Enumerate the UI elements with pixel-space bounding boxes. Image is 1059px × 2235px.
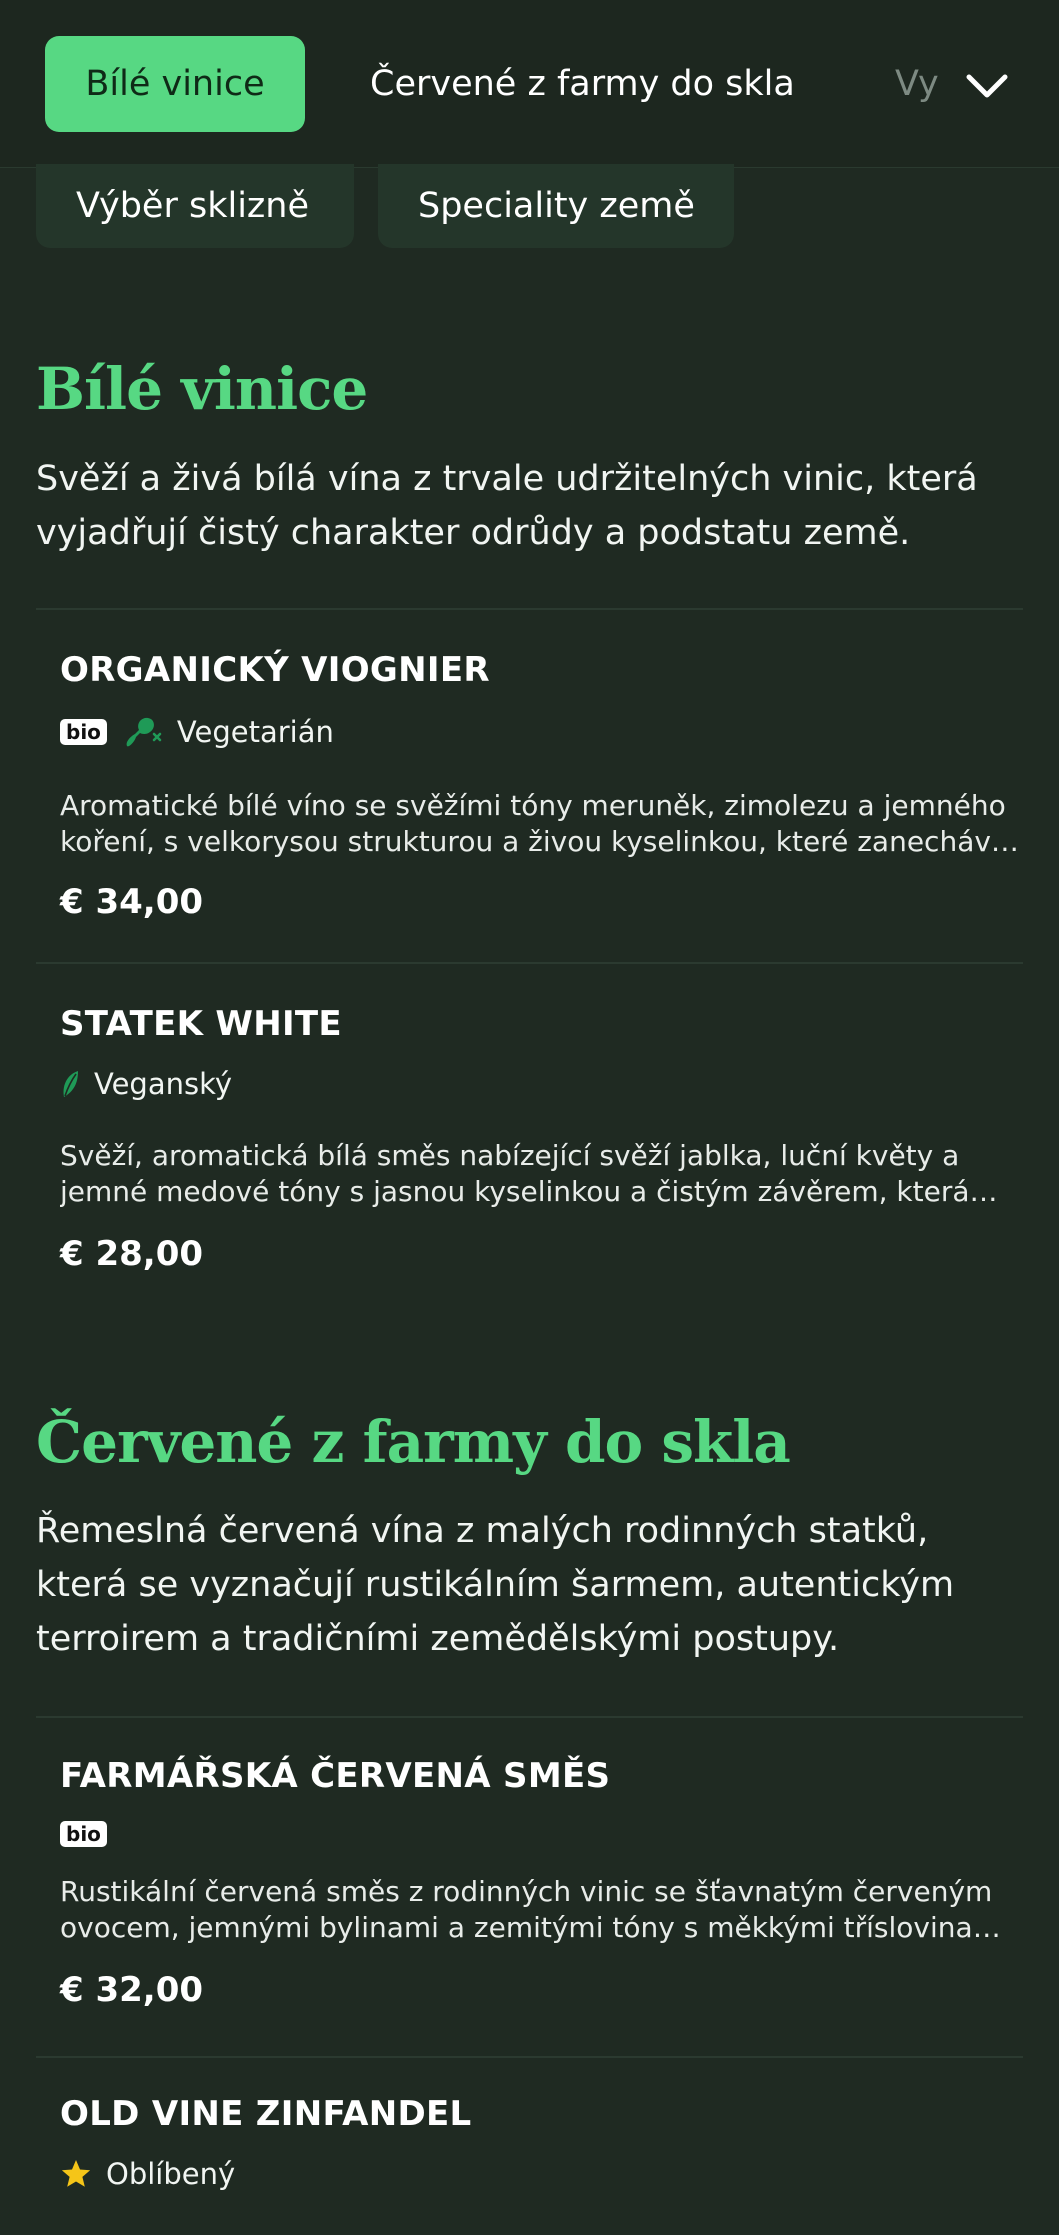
- divider: [36, 608, 1023, 610]
- item-description: Aromatické bílé víno se svěžími tóny mer…: [60, 789, 1009, 858]
- section-description: Svěží a živá bílá vína z trvale udržitel…: [36, 459, 978, 553]
- item-tags: Oblíbený: [60, 2154, 235, 2194]
- tab-vyber-sklizne[interactable]: Výběr sklizně: [36, 164, 354, 248]
- item-tags: bio: [60, 1814, 107, 1854]
- section-title-cervene-z-farmy: Červené z farmy do skla: [36, 1408, 791, 1476]
- item-description: Rustikální červená směs z rodinných vini…: [60, 1875, 1008, 1944]
- item-price: € 34,00: [60, 882, 204, 922]
- divider: [36, 962, 1023, 964]
- star-icon: [60, 2158, 92, 2190]
- item-name: ORGANICKÝ VIOGNIER: [60, 650, 490, 690]
- tab-speciality-zeme[interactable]: Speciality země: [378, 164, 734, 248]
- secondary-category-row: Výběr sklizně Speciality země: [0, 164, 1059, 252]
- diet-label: Veganský: [94, 1067, 233, 1101]
- section-title-bile-vinice: Bílé vinice: [36, 355, 368, 423]
- bio-badge: bio: [60, 1821, 107, 1847]
- tab-bile-vinice[interactable]: Bílé vinice: [45, 36, 305, 132]
- menu-item-organicky-viognier[interactable]: ORGANICKÝ VIOGNIER bio Vegetarián Aromat…: [60, 650, 1020, 940]
- item-name: OLD VINE ZINFANDEL: [60, 2094, 472, 2134]
- diet-label: Oblíbený: [106, 2157, 236, 2191]
- item-tags: Veganský: [60, 1064, 232, 1104]
- menu-item-farmarska-cervena-smes[interactable]: FARMÁŘSKÁ ČERVENÁ SMĚS bio Rustikální če…: [60, 1756, 1020, 2046]
- menu-item-old-vine-zinfandel[interactable]: OLD VINE ZINFANDEL Oblíbený: [60, 2094, 1020, 2235]
- no-meat-icon: [121, 714, 163, 750]
- item-name: FARMÁŘSKÁ ČERVENÁ SMĚS: [60, 1756, 611, 1796]
- leaf-icon: [60, 1069, 80, 1099]
- category-nav-bar: Bílé vinice Červené z farmy do skla Vy: [0, 0, 1059, 168]
- divider: [36, 2056, 1023, 2058]
- item-price: € 32,00: [60, 1970, 204, 2010]
- item-name: STATEK WHITE: [60, 1004, 342, 1044]
- item-price: € 28,00: [60, 1234, 204, 1274]
- tab-truncated[interactable]: Vy: [895, 36, 955, 132]
- item-description: Svěží, aromatická bílá směs nabízející s…: [60, 1139, 970, 1208]
- section-description: Řemeslná červená vína z malých rodinných…: [36, 1511, 955, 1659]
- tab-cervene-z-farmy[interactable]: Červené z farmy do skla: [370, 36, 795, 132]
- menu-item-statek-white[interactable]: STATEK WHITE Veganský Svěží, aromatická …: [60, 1004, 1020, 1294]
- item-tags: bio Vegetarián: [60, 712, 334, 752]
- divider: [36, 1716, 1023, 1718]
- diet-label: Vegetarián: [176, 715, 334, 749]
- chevron-down-icon[interactable]: [963, 62, 1011, 110]
- bio-badge: bio: [60, 719, 107, 745]
